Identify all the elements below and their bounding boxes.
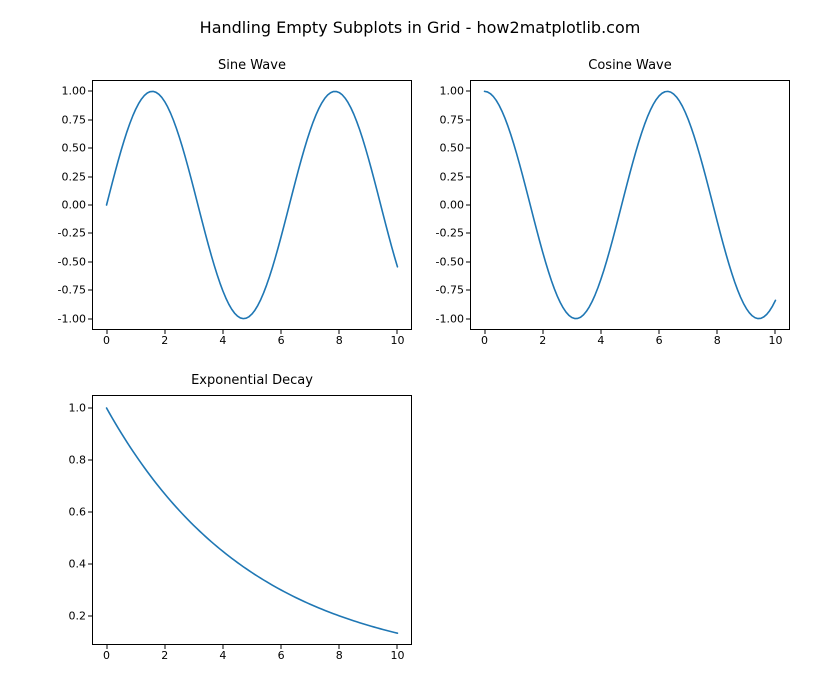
subplot-title: Sine Wave — [92, 58, 412, 73]
ytick-label: 0.75 — [62, 113, 87, 126]
xtick-label: 8 — [336, 334, 343, 347]
ytick-label: 1.00 — [62, 85, 87, 98]
xtick-label: 0 — [103, 649, 110, 662]
ytick-label: -0.75 — [58, 284, 86, 297]
ytick-label: 0.6 — [69, 506, 87, 519]
figure: Handling Empty Subplots in Grid - how2ma… — [0, 0, 840, 700]
ytick-label: 0.25 — [62, 170, 87, 183]
xtick-label: 0 — [103, 334, 110, 347]
ytick-label: -1.00 — [436, 312, 464, 325]
ytick-label: -0.50 — [58, 255, 86, 268]
ytick-label: 0.25 — [440, 170, 465, 183]
xtick-label: 6 — [278, 649, 285, 662]
ytick-label: -0.75 — [436, 284, 464, 297]
ytick-label: 0.50 — [62, 142, 87, 155]
xtick-label: 8 — [714, 334, 721, 347]
xtick-label: 4 — [219, 649, 226, 662]
ytick-label: 1.00 — [440, 85, 465, 98]
ytick-label: 0.00 — [62, 199, 87, 212]
subplot-0: Sine Wave0246810-1.00-0.75-0.50-0.250.00… — [92, 80, 412, 330]
xtick-label: 4 — [219, 334, 226, 347]
subplot-1: Cosine Wave0246810-1.00-0.75-0.50-0.250.… — [470, 80, 790, 330]
series-line — [485, 91, 776, 318]
xtick-label: 8 — [336, 649, 343, 662]
xtick-label: 6 — [656, 334, 663, 347]
figure-suptitle: Handling Empty Subplots in Grid - how2ma… — [0, 18, 840, 37]
xtick-label: 10 — [768, 334, 782, 347]
ytick-label: 0.8 — [69, 454, 87, 467]
series-line — [107, 91, 398, 318]
xtick-label: 2 — [539, 334, 546, 347]
xtick-label: 4 — [597, 334, 604, 347]
ytick-label: 0.50 — [440, 142, 465, 155]
ytick-label: -1.00 — [58, 312, 86, 325]
subplot-title: Exponential Decay — [92, 373, 412, 388]
xtick-label: 10 — [390, 649, 404, 662]
subplot-2: Exponential Decay02468100.20.40.60.81.0 — [92, 395, 412, 645]
series-line — [107, 408, 398, 633]
xtick-label: 10 — [390, 334, 404, 347]
xtick-label: 0 — [481, 334, 488, 347]
ytick-label: 0.4 — [69, 558, 87, 571]
ytick-label: -0.25 — [436, 227, 464, 240]
ytick-label: 0.00 — [440, 199, 465, 212]
ytick-label: -0.25 — [58, 227, 86, 240]
ytick-label: 1.0 — [69, 402, 87, 415]
line-plot — [92, 80, 412, 330]
ytick-label: 0.75 — [440, 113, 465, 126]
ytick-label: 0.2 — [69, 610, 87, 623]
line-plot — [470, 80, 790, 330]
xtick-label: 2 — [161, 334, 168, 347]
xtick-label: 2 — [161, 649, 168, 662]
ytick-label: -0.50 — [436, 255, 464, 268]
line-plot — [92, 395, 412, 645]
xtick-label: 6 — [278, 334, 285, 347]
subplot-title: Cosine Wave — [470, 58, 790, 73]
